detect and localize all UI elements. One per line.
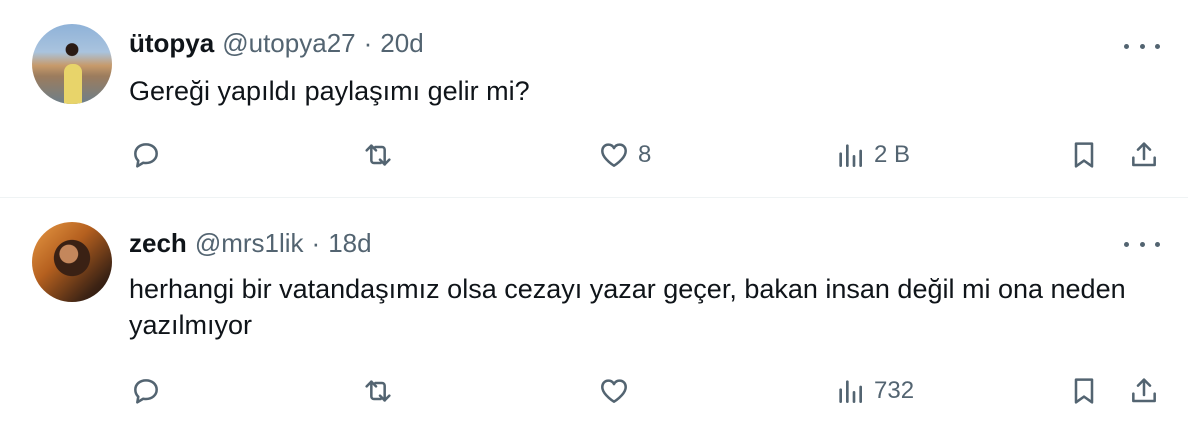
bookmark-button[interactable]	[1068, 371, 1100, 411]
retweet-icon	[365, 144, 391, 166]
views-icon	[839, 380, 862, 403]
bookmark-icon	[1074, 378, 1094, 404]
bookmark-icon	[1074, 142, 1094, 168]
display-name[interactable]: zech	[129, 228, 187, 259]
reply-button[interactable]	[130, 135, 170, 175]
tweet-text: herhangi bir vatandaşımız olsa cezayı ya…	[129, 274, 1126, 340]
views-button[interactable]: 732	[834, 371, 914, 411]
reply-button[interactable]	[130, 371, 170, 411]
retweet-icon	[365, 380, 391, 402]
timestamp[interactable]: 18d	[328, 228, 371, 259]
like-button[interactable]	[598, 371, 638, 411]
action-bar: 8 2 B	[0, 135, 1188, 175]
tweet-text: Gereği yapıldı paylaşımı gelir mi?	[129, 76, 530, 106]
heart-icon	[601, 143, 627, 167]
user-handle[interactable]: @mrs1lik	[195, 228, 304, 259]
bookmark-button[interactable]	[1068, 135, 1100, 175]
view-count: 2 B	[874, 141, 911, 168]
reply-tweet[interactable]: ütopya @utopya27 · 20d Gereği yapıldı pa…	[0, 0, 1188, 197]
reply-icon	[134, 379, 158, 404]
user-handle[interactable]: @utopya27	[222, 28, 355, 59]
share-icon	[1132, 142, 1156, 167]
tweet-header: zech @mrs1lik · 18d	[129, 228, 372, 260]
separator-dot: ·	[311, 228, 321, 258]
reply-icon	[134, 143, 158, 168]
separator-dot: ·	[363, 28, 373, 58]
share-button[interactable]	[1128, 135, 1160, 175]
like-button[interactable]: 8	[598, 135, 651, 175]
action-bar: 732	[0, 371, 1188, 411]
heart-icon	[601, 379, 627, 403]
avatar[interactable]	[32, 24, 112, 104]
avatar[interactable]	[32, 222, 112, 302]
views-button[interactable]: 2 B	[834, 135, 910, 175]
more-options-icon[interactable]	[1124, 36, 1160, 56]
retweet-button[interactable]	[362, 371, 402, 411]
display-name[interactable]: ütopya	[129, 28, 214, 59]
like-count: 8	[638, 141, 652, 168]
view-count: 732	[874, 377, 915, 404]
reply-tweet[interactable]: zech @mrs1lik · 18d herhangi bir vatanda…	[0, 198, 1188, 424]
timestamp[interactable]: 20d	[380, 28, 423, 59]
more-options-icon[interactable]	[1124, 234, 1160, 254]
retweet-button[interactable]	[362, 135, 402, 175]
share-icon	[1132, 378, 1156, 403]
views-icon	[839, 144, 862, 167]
tweet-header: ütopya @utopya27 · 20d	[129, 28, 424, 60]
share-button[interactable]	[1128, 371, 1160, 411]
